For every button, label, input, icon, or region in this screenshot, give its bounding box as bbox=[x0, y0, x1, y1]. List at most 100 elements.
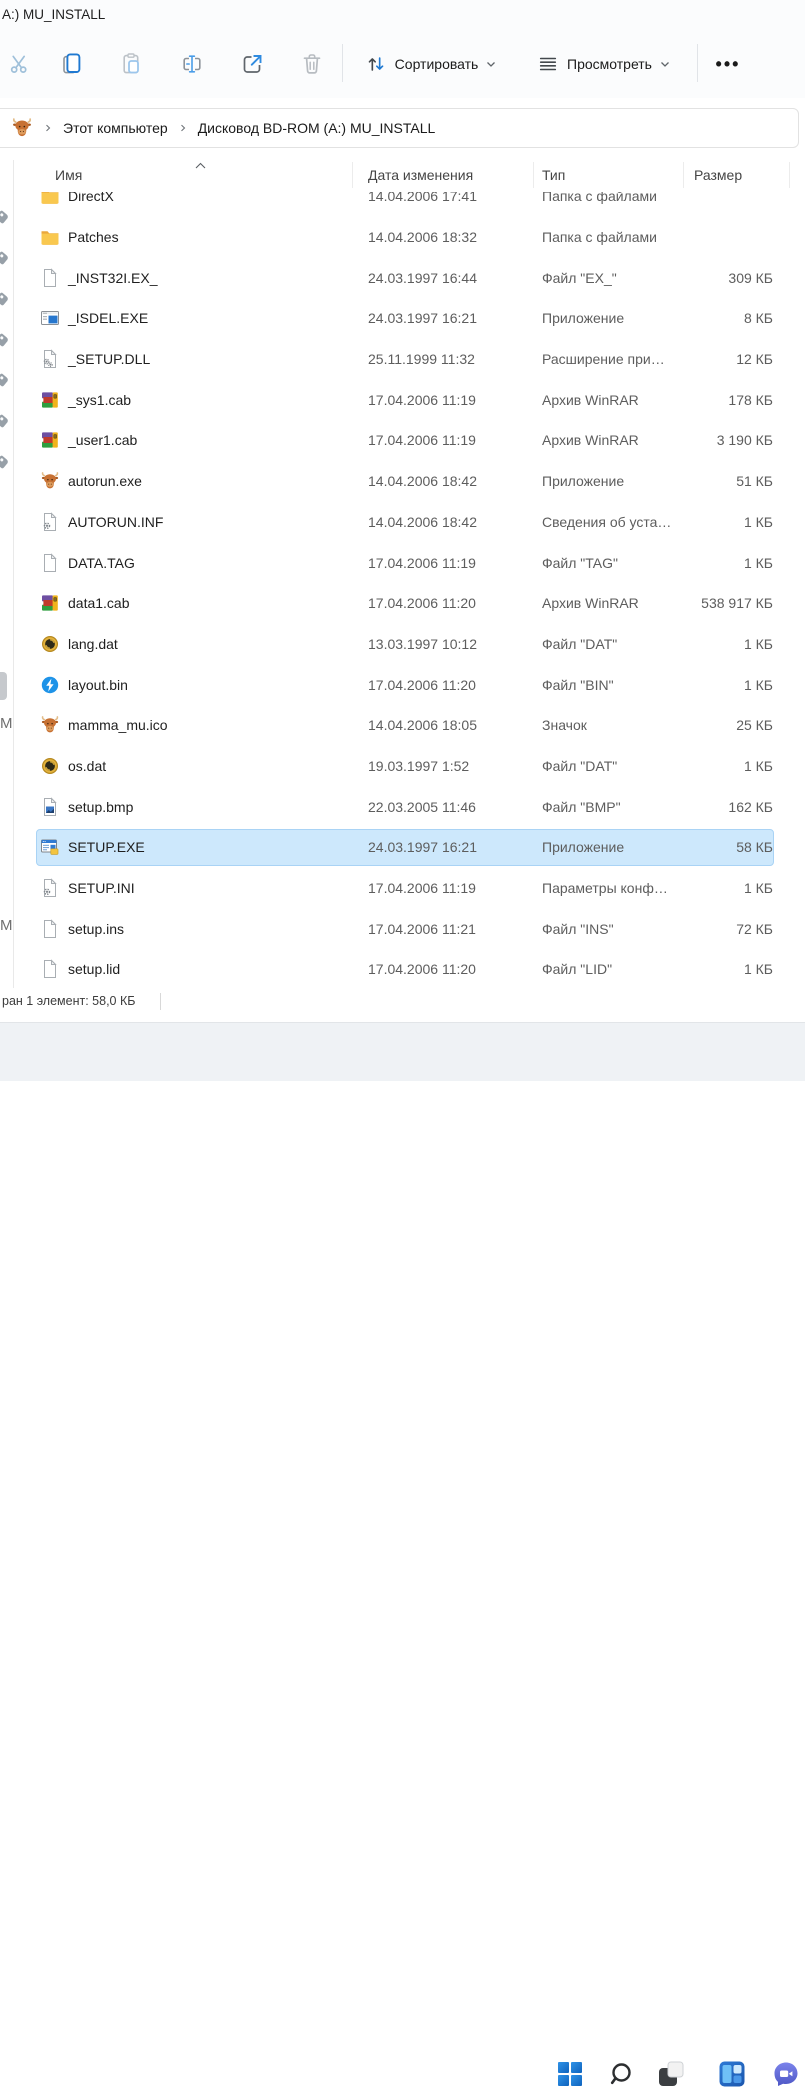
more-options-button[interactable]: ••• bbox=[706, 44, 750, 84]
file-name: setup.lid bbox=[68, 961, 121, 978]
delete-button[interactable] bbox=[292, 44, 332, 84]
share-button[interactable] bbox=[232, 44, 272, 84]
table-row[interactable]: SETUP.INI 17.04.2006 11:19 Параметры конф…… bbox=[0, 868, 805, 909]
file-type: Файл "BMP" bbox=[542, 798, 621, 815]
file-type: Приложение bbox=[542, 310, 625, 327]
imagepage-icon bbox=[40, 796, 60, 817]
task-view-button[interactable] bbox=[657, 2060, 685, 2088]
column-divider[interactable] bbox=[352, 162, 353, 188]
column-header-type[interactable]: Тип bbox=[542, 167, 565, 183]
file-name: DATA.TAG bbox=[68, 554, 135, 571]
paste-icon bbox=[120, 52, 144, 76]
navpane-scrollbar-fragment[interactable] bbox=[0, 672, 7, 700]
file-date: 24.03.1997 16:21 bbox=[368, 839, 477, 856]
column-header-name[interactable]: Имя bbox=[55, 167, 82, 183]
table-row[interactable]: _ISDEL.EXE 24.03.1997 16:21 Приложение 8 КБ bbox=[0, 298, 805, 339]
copy-button[interactable] bbox=[52, 44, 92, 84]
column-header-size[interactable]: Размер bbox=[694, 167, 742, 183]
table-row[interactable]: _INST32I.EX_ 24.03.1997 16:44 Файл "EX_" 30… bbox=[0, 257, 805, 298]
column-header-date[interactable]: Дата изменения bbox=[368, 167, 473, 183]
file-date: 14.04.2006 18:05 bbox=[368, 717, 477, 734]
explorer-window: A:) MU_INSTALL Сортировать Просмотреть •… bbox=[0, 0, 805, 2087]
file-name: _SETUP.DLL bbox=[68, 351, 151, 368]
table-row[interactable]: mamma_mu.ico 14.04.2006 18:05 Значок 25 КБ bbox=[0, 705, 805, 746]
selection-status: ран 1 элемент: 58,0 КБ bbox=[2, 994, 136, 1008]
file-name: SETUP.EXE bbox=[68, 839, 145, 856]
table-row[interactable]: layout.bin 17.04.2006 11:20 Файл "BIN" 1 КБ bbox=[0, 664, 805, 705]
file-size: 1 КБ bbox=[743, 880, 773, 897]
file-size: 1 КБ bbox=[743, 554, 773, 571]
breadcrumb-drive[interactable]: Дисковод BD-ROM (A:) MU_INSTALL bbox=[192, 116, 442, 140]
file-date: 14.04.2006 18:42 bbox=[368, 473, 477, 490]
table-row[interactable]: lang.dat 13.03.1997 10:12 Файл "DAT" 1 КБ bbox=[0, 624, 805, 665]
navpane-text-fragment: M bbox=[0, 917, 13, 934]
table-row[interactable]: DATA.TAG 17.04.2006 11:19 Файл "TAG" 1 КБ bbox=[0, 542, 805, 583]
page-icon bbox=[40, 268, 60, 288]
file-size: 12 КБ bbox=[736, 351, 773, 368]
table-row[interactable]: setup.bmp 22.03.2005 11:46 Файл "BMP" 162 К… bbox=[0, 786, 805, 827]
start-button[interactable] bbox=[556, 2060, 584, 2088]
file-size: 1 КБ bbox=[743, 676, 773, 693]
cow-icon bbox=[40, 715, 60, 735]
file-type: Приложение bbox=[542, 473, 625, 490]
toolbar-divider bbox=[342, 44, 343, 82]
table-row[interactable]: setup.lid 17.04.2006 11:20 Файл "LID" 1 КБ bbox=[0, 949, 805, 990]
file-date: 24.03.1997 16:44 bbox=[368, 269, 477, 286]
chat-button[interactable] bbox=[772, 2060, 800, 2088]
file-name: autorun.exe bbox=[68, 473, 142, 490]
file-size: 1 КБ bbox=[743, 961, 773, 978]
table-row[interactable]: os.dat 19.03.1997 1:52 Файл "DAT" 1 КБ bbox=[0, 746, 805, 787]
file-name: _ISDEL.EXE bbox=[68, 310, 149, 327]
file-type: Значок bbox=[542, 717, 587, 734]
rename-button[interactable] bbox=[172, 44, 212, 84]
table-row[interactable]: _user1.cab 17.04.2006 11:19 Архив WinRAR 3 … bbox=[0, 420, 805, 461]
file-type: Файл "DAT" bbox=[542, 757, 618, 774]
folder-icon bbox=[40, 192, 60, 206]
page-icon bbox=[40, 959, 60, 979]
file-date: 25.11.1999 11:32 bbox=[368, 351, 475, 368]
file-date: 17.04.2006 11:19 bbox=[368, 432, 476, 449]
file-size: 58 КБ bbox=[736, 839, 773, 856]
paste-button[interactable] bbox=[112, 44, 152, 84]
status-divider bbox=[160, 993, 161, 1010]
table-row[interactable]: AUTORUN.INF 14.04.2006 18:42 Сведения об у… bbox=[0, 502, 805, 543]
page-icon bbox=[40, 919, 60, 939]
bolt-icon bbox=[40, 675, 60, 695]
column-divider[interactable] bbox=[683, 162, 684, 188]
breadcrumb-this-pc[interactable]: Этот компьютер bbox=[57, 116, 174, 140]
address-bar-row: Этот компьютер Дисковод BD-ROM (A:) MU_I… bbox=[0, 98, 805, 159]
table-row[interactable]: data1.cab 17.04.2006 11:20 Архив WinRAR 538… bbox=[0, 583, 805, 624]
table-row[interactable]: _sys1.cab 17.04.2006 11:19 Архив WinRAR 178… bbox=[0, 379, 805, 420]
file-type: Архив WinRAR bbox=[542, 595, 639, 612]
file-date: 17.04.2006 11:20 bbox=[368, 961, 476, 978]
title-bar[interactable]: A:) MU_INSTALL bbox=[0, 0, 805, 30]
file-size: 8 КБ bbox=[743, 310, 773, 327]
file-name: _user1.cab bbox=[68, 432, 138, 449]
cut-button[interactable] bbox=[0, 44, 40, 84]
view-button[interactable]: Просмотреть bbox=[524, 44, 684, 84]
search-button[interactable] bbox=[607, 2060, 635, 2088]
table-row[interactable]: setup.ins 17.04.2006 11:21 Файл "INS" 72 КБ bbox=[0, 908, 805, 949]
file-name: Patches bbox=[68, 229, 119, 246]
file-date: 19.03.1997 1:52 bbox=[368, 757, 470, 774]
column-divider[interactable] bbox=[533, 162, 534, 188]
table-row[interactable]: autorun.exe 14.04.2006 18:42 Приложение 51 … bbox=[0, 461, 805, 502]
file-size: 162 КБ bbox=[728, 798, 773, 815]
table-row[interactable]: DirectX 14.04.2006 17:41 Папка с файлами bbox=[0, 192, 805, 217]
file-name: lang.dat bbox=[68, 635, 118, 652]
table-row[interactable]: _SETUP.DLL 25.11.1999 11:32 Расширение при… bbox=[0, 339, 805, 380]
address-bar[interactable]: Этот компьютер Дисковод BD-ROM (A:) MU_I… bbox=[0, 108, 799, 148]
command-toolbar: Сортировать Просмотреть ••• bbox=[0, 30, 805, 99]
sort-button[interactable]: Сортировать bbox=[356, 44, 506, 84]
column-divider[interactable] bbox=[789, 162, 790, 188]
sort-button-label: Сортировать bbox=[394, 56, 479, 72]
search-icon bbox=[608, 2061, 634, 2087]
file-date: 24.03.1997 16:21 bbox=[368, 310, 477, 327]
file-size: 538 917 КБ bbox=[701, 595, 773, 612]
file-name: AUTORUN.INF bbox=[68, 513, 164, 530]
table-row[interactable]: SETUP.EXE 24.03.1997 16:21 Приложение 58 КБ bbox=[0, 827, 805, 868]
table-row[interactable]: Patches 14.04.2006 18:32 Папка с файлами bbox=[0, 217, 805, 258]
delete-icon bbox=[300, 52, 324, 76]
widgets-button[interactable] bbox=[718, 2060, 746, 2088]
file-date: 14.04.2006 18:42 bbox=[368, 513, 477, 530]
